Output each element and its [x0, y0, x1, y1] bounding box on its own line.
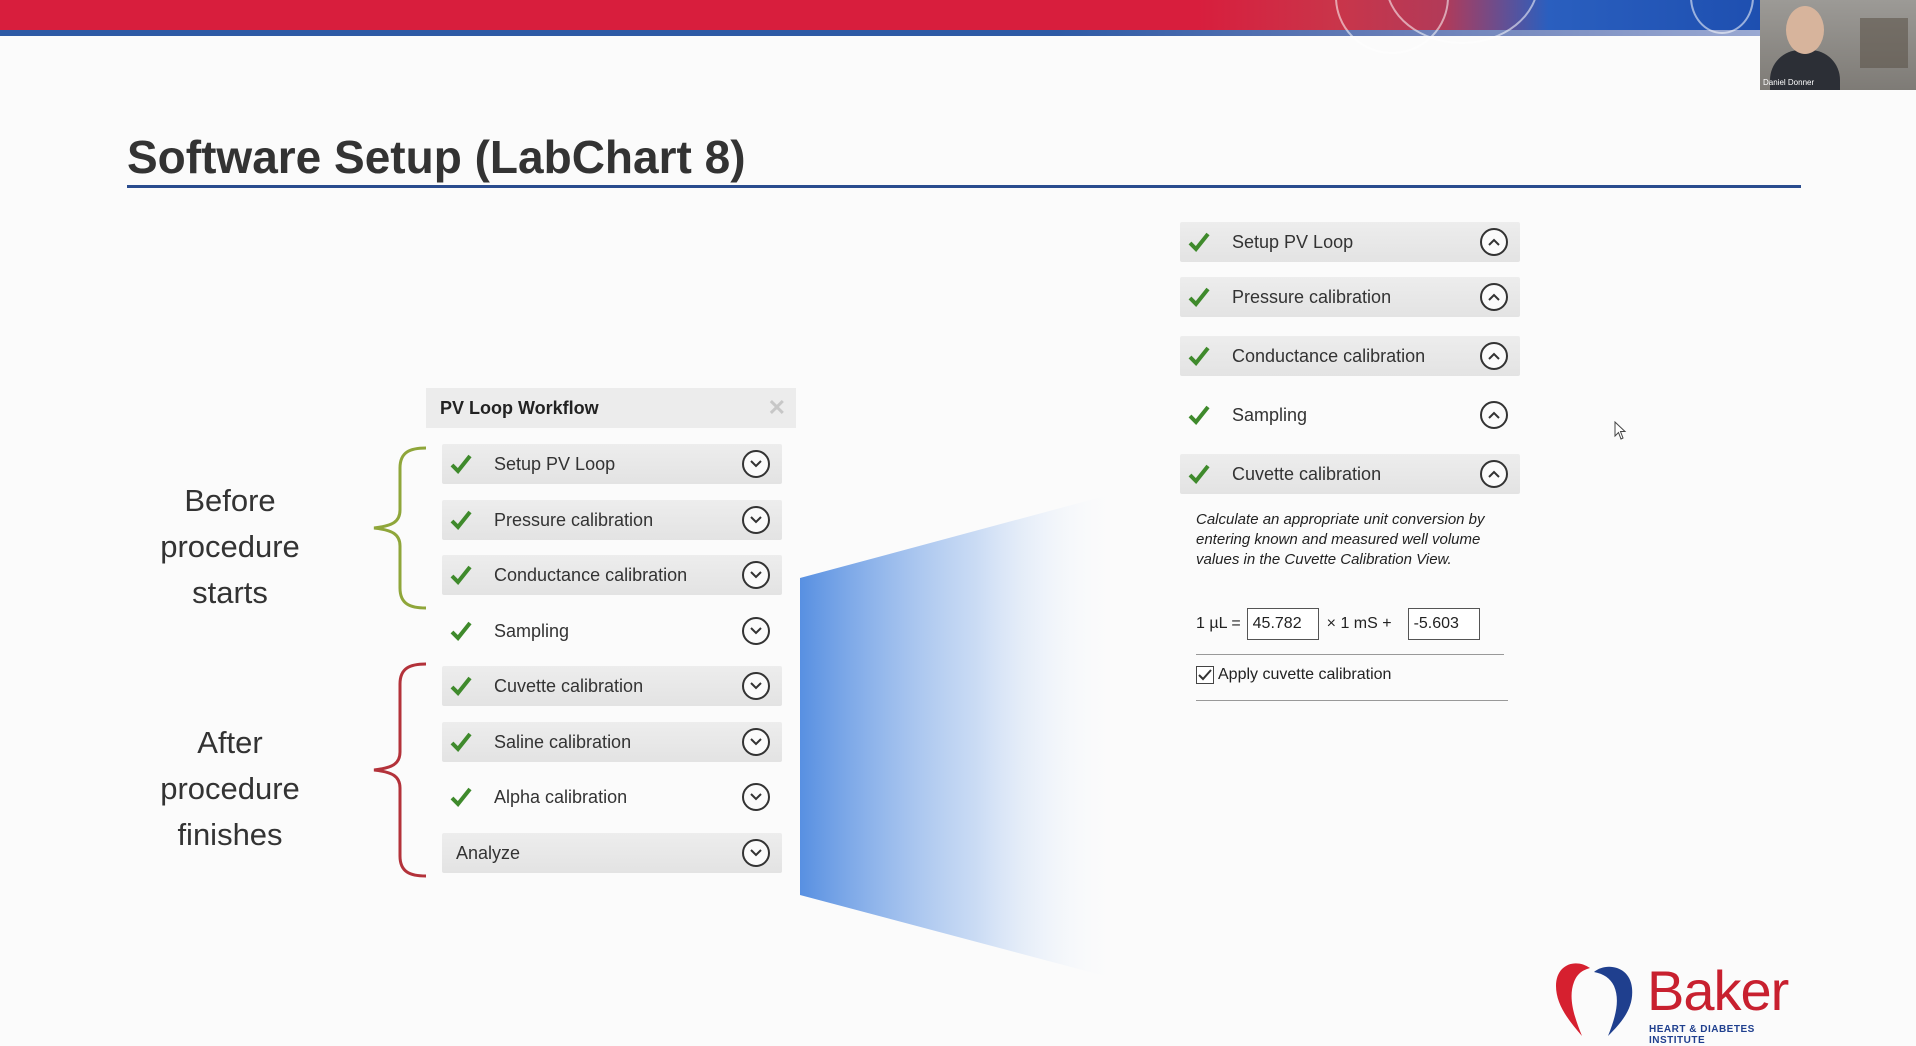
detail-step-pressure-calibration[interactable]: Pressure calibration	[1180, 277, 1520, 317]
chevron-down-icon[interactable]	[742, 561, 770, 589]
logo-wordmark: Baker	[1647, 959, 1789, 1022]
mouse-cursor-icon	[1614, 421, 1627, 440]
detail-step-cuvette-calibration[interactable]: Cuvette calibration	[1180, 454, 1520, 494]
slope-input[interactable]: 45.782	[1246, 608, 1319, 640]
chevron-down-icon[interactable]	[742, 617, 770, 645]
divider	[1196, 700, 1508, 701]
detail-step-conductance-calibration[interactable]: Conductance calibration	[1180, 336, 1520, 376]
chevron-up-icon[interactable]	[1480, 460, 1508, 488]
chevron-down-icon[interactable]	[742, 450, 770, 478]
formula-lhs: 1 µL =	[1196, 615, 1241, 632]
baker-logo: Baker HEART & DIABETES INSTITUTE	[1552, 958, 1792, 1046]
checkmark-icon	[448, 562, 474, 588]
chevron-down-icon[interactable]	[742, 672, 770, 700]
apply-cuvette-label: Apply cuvette calibration	[1218, 666, 1392, 683]
chevron-down-icon[interactable]	[742, 839, 770, 867]
workflow-step-alpha-calibration[interactable]: Alpha calibration	[442, 777, 782, 817]
workflow-step-sampling[interactable]: Sampling	[442, 611, 782, 651]
step-label: Pressure calibration	[494, 509, 654, 530]
logo-subtitle: HEART & DIABETES INSTITUTE	[1649, 1024, 1755, 1046]
step-label: Cuvette calibration	[1232, 463, 1382, 484]
checkmark-icon	[448, 507, 474, 533]
checkmark-icon	[448, 673, 474, 699]
step-label: Analyze	[456, 842, 521, 863]
workflow-title: PV Loop Workflow	[440, 397, 599, 418]
checkmark-icon	[448, 618, 474, 644]
step-label: Conductance calibration	[494, 564, 688, 585]
workflow-step-analyze[interactable]: Analyze	[442, 833, 782, 873]
workflow-step-pressure-calibration[interactable]: Pressure calibration	[442, 500, 782, 540]
chevron-up-icon[interactable]	[1480, 283, 1508, 311]
workflow-header: PV Loop Workflow ✕	[426, 388, 796, 428]
workflow-step-conductance-calibration[interactable]: Conductance calibration	[442, 555, 782, 595]
checkmark-icon	[1186, 402, 1212, 428]
apply-cuvette-checkbox[interactable]	[1196, 666, 1214, 684]
detail-step-setup-pv-loop[interactable]: Setup PV Loop	[1180, 222, 1520, 262]
formula-mid: × 1 mS +	[1326, 615, 1392, 632]
chevron-down-icon[interactable]	[742, 728, 770, 756]
checkmark-icon	[1186, 343, 1212, 369]
checkmark-icon	[448, 784, 474, 810]
step-label: Setup PV Loop	[1232, 231, 1354, 252]
checkmark-icon	[1186, 229, 1212, 255]
checkmark-icon	[1186, 461, 1212, 487]
chevron-down-icon[interactable]	[742, 506, 770, 534]
chevron-up-icon[interactable]	[1480, 342, 1508, 370]
checkmark-icon	[448, 451, 474, 477]
apply-cuvette-calibration-row: Apply cuvette calibration	[1196, 666, 1391, 684]
checkmark-icon	[448, 729, 474, 755]
divider	[1196, 654, 1504, 655]
detail-step-sampling[interactable]: Sampling	[1180, 395, 1520, 435]
chevron-up-icon[interactable]	[1480, 401, 1508, 429]
heart-logo-icon	[1556, 963, 1633, 1036]
step-label: Sampling	[1232, 404, 1308, 425]
step-label: Conductance calibration	[1232, 345, 1426, 366]
calibration-formula: 1 µL = 45.782 × 1 mS + -5.603	[1196, 608, 1480, 640]
step-label: Setup PV Loop	[494, 453, 616, 474]
step-label: Sampling	[494, 620, 570, 641]
workflow-step-cuvette-calibration[interactable]: Cuvette calibration	[442, 666, 782, 706]
step-label: Cuvette calibration	[494, 675, 644, 696]
chevron-up-icon[interactable]	[1480, 228, 1508, 256]
step-label: Saline calibration	[494, 731, 632, 752]
cuvette-description: Calculate an appropriate unit conversion…	[1196, 511, 1485, 568]
checkmark-icon	[1186, 284, 1212, 310]
pv-loop-workflow-panel: PV Loop Workflow ✕	[426, 388, 796, 428]
chevron-down-icon[interactable]	[742, 783, 770, 811]
step-label: Alpha calibration	[494, 786, 628, 807]
workflow-step-saline-calibration[interactable]: Saline calibration	[442, 722, 782, 762]
offset-input[interactable]: -5.603	[1407, 608, 1480, 640]
close-icon[interactable]: ✕	[768, 395, 786, 421]
zoom-projection	[800, 492, 1120, 980]
step-label: Pressure calibration	[1232, 286, 1392, 307]
workflow-step-setup-pv-loop[interactable]: Setup PV Loop	[442, 444, 782, 484]
